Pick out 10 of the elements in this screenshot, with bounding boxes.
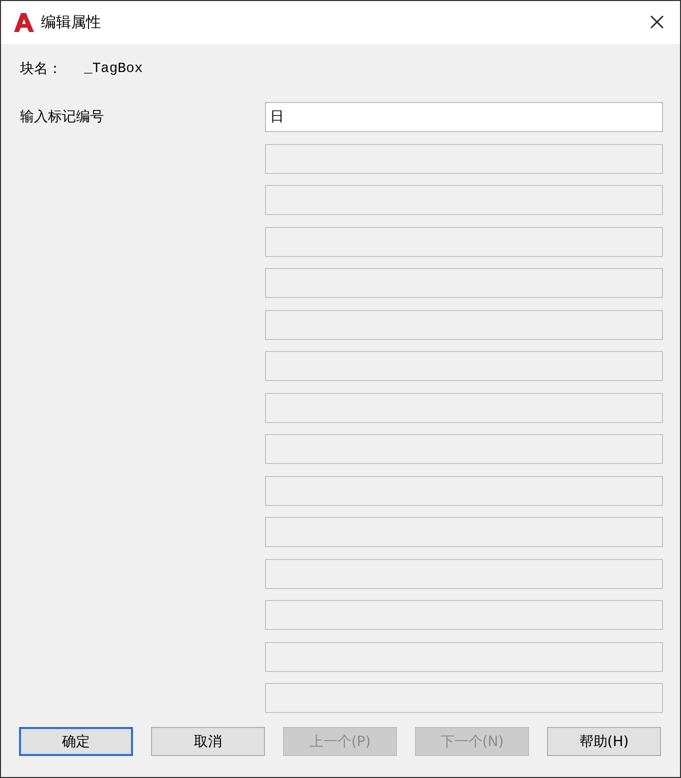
dialog-button[interactable]: 取消: [151, 727, 265, 756]
window-title: 编辑属性: [41, 13, 101, 32]
close-icon[interactable]: [650, 15, 664, 29]
app-logo-icon: [13, 13, 34, 32]
block-name-value: _TagBox: [84, 61, 143, 77]
input-field[interactable]: 日: [265, 102, 663, 132]
attribute-label: 输入标记编号: [20, 109, 104, 125]
block-name-label: 块名：: [20, 60, 62, 78]
dialog-button[interactable]: 确定: [19, 727, 133, 756]
dialog-button[interactable]: 帮助(H): [547, 727, 661, 756]
